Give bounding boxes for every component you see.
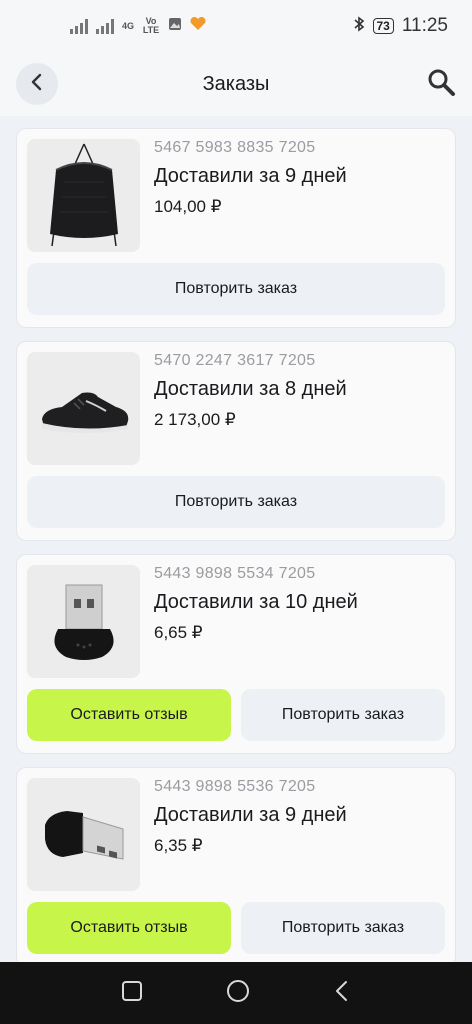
- recent-apps-button[interactable]: [120, 979, 144, 1008]
- battery-indicator: 73: [372, 18, 394, 34]
- product-image-usb-microphone: [27, 778, 140, 891]
- system-navigation-bar: [0, 962, 472, 1024]
- order-number: 5443 9898 5536 7205: [154, 778, 316, 795]
- order-card[interactable]: 5443 9898 5534 7205 Доставили за 10 дней…: [16, 554, 456, 754]
- repeat-order-button[interactable]: Повторить заказ: [27, 476, 445, 528]
- back-button[interactable]: [16, 63, 58, 105]
- order-status: Доставили за 9 дней: [154, 804, 347, 826]
- back-nav-button[interactable]: [332, 979, 352, 1008]
- clock: 11:25: [401, 15, 448, 36]
- order-price: 6,35 ₽: [154, 836, 203, 855]
- chevron-left-icon: [30, 73, 44, 96]
- order-status: Доставили за 9 дней: [154, 165, 347, 187]
- orders-list: 5467 5983 8835 7205 Доставили за 9 дней …: [0, 116, 472, 967]
- product-image-usb-microphone: [27, 565, 140, 678]
- order-price: 6,65 ₽: [154, 623, 203, 642]
- leave-review-button[interactable]: Оставить отзыв: [27, 902, 231, 954]
- order-price: 2 173,00 ₽: [154, 410, 236, 429]
- order-card[interactable]: 5467 5983 8835 7205 Доставили за 9 дней …: [16, 128, 456, 328]
- signal-icon: [96, 18, 114, 34]
- network-type-label: 4G: [122, 20, 135, 31]
- signal-icon: [70, 18, 88, 34]
- order-number: 5443 9898 5534 7205: [154, 565, 316, 582]
- status-bar: 4G Vo LTE 73 11:25: [0, 0, 472, 52]
- home-button[interactable]: [225, 978, 251, 1009]
- search-button[interactable]: [424, 67, 458, 101]
- app-notification-icon: [190, 16, 206, 36]
- volte-label: Vo LTE: [142, 16, 160, 35]
- order-number: 5467 5983 8835 7205: [154, 139, 316, 156]
- bluetooth-icon: [353, 15, 365, 37]
- order-status: Доставили за 8 дней: [154, 378, 347, 400]
- status-right: 73 11:25: [353, 15, 448, 37]
- repeat-order-button[interactable]: Повторить заказ: [241, 902, 445, 954]
- status-left: 4G Vo LTE: [70, 16, 206, 36]
- page-title: Заказы: [202, 72, 270, 95]
- gallery-icon: [168, 16, 182, 36]
- order-card[interactable]: 5443 9898 5536 7205 Доставили за 9 дней …: [16, 767, 456, 967]
- search-icon: [426, 67, 456, 102]
- order-price: 104,00 ₽: [154, 197, 222, 216]
- order-status: Доставили за 10 дней: [154, 591, 358, 613]
- order-number: 5470 2247 3617 7205: [154, 352, 316, 369]
- header: Заказы: [0, 52, 472, 116]
- repeat-order-button[interactable]: Повторить заказ: [241, 689, 445, 741]
- order-card[interactable]: 5470 2247 3617 7205 Доставили за 8 дней …: [16, 341, 456, 541]
- product-image-drawstring-bag: [27, 139, 140, 252]
- leave-review-button[interactable]: Оставить отзыв: [27, 689, 231, 741]
- product-image-sneaker: [27, 352, 140, 465]
- repeat-order-button[interactable]: Повторить заказ: [27, 263, 445, 315]
